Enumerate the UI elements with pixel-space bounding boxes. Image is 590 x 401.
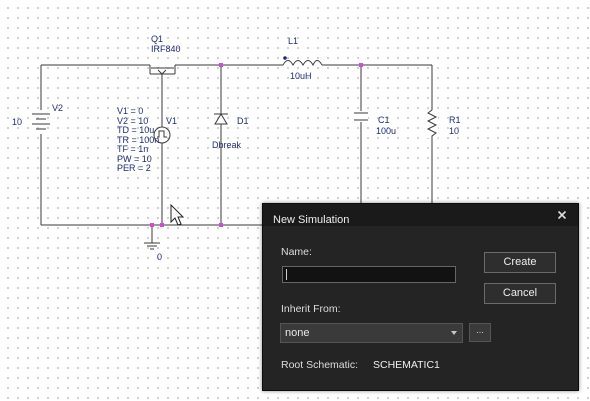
v1-param: PER = 2 <box>117 163 151 173</box>
browse-button[interactable]: ... <box>469 323 491 342</box>
v1-parameters: V1 = 0 V2 = 10 TD = 10u TR = 100n TF = 1… <box>117 106 159 174</box>
d1-diode-symbol[interactable] <box>214 113 228 125</box>
root-schematic-label: Root Schematic: <box>281 359 359 371</box>
c1-ref-label: C1 <box>378 115 390 125</box>
d1-value-label: Dbreak <box>212 140 242 150</box>
q1-ref-label: Q1 <box>151 34 164 44</box>
mouse-cursor-icon <box>170 203 185 226</box>
l1-inductor-symbol[interactable] <box>282 56 323 67</box>
r1-resistor-symbol[interactable] <box>426 109 438 138</box>
v2-battery-symbol[interactable] <box>32 113 50 130</box>
c1-value-label: 100u <box>376 126 397 136</box>
inherit-from-label: Inherit From: <box>281 303 341 315</box>
c1-capacitor-symbol[interactable] <box>354 111 368 122</box>
close-icon[interactable] <box>554 207 570 223</box>
name-input[interactable] <box>282 266 456 283</box>
v2-ref-label: V2 <box>52 103 64 113</box>
r1-ref-label: R1 <box>449 115 461 125</box>
cancel-button[interactable]: Cancel <box>484 283 556 304</box>
chevron-down-icon <box>451 331 457 335</box>
r1-value-label: 10 <box>449 126 460 136</box>
v2-value-label: 10 <box>12 117 23 127</box>
inherit-from-dropdown[interactable]: none <box>280 323 463 343</box>
q1-mosfet-symbol[interactable] <box>149 65 176 80</box>
create-button[interactable]: Create <box>484 252 556 273</box>
q1-value-label: IRF840 <box>151 44 181 54</box>
ground-net-label: 0 <box>157 252 163 262</box>
v1-ref-label: V1 <box>166 116 178 126</box>
dialog-title: New Simulation <box>273 214 350 226</box>
new-simulation-dialog: New Simulation Name: Create Cancel Inher… <box>262 203 579 391</box>
d1-ref-label: D1 <box>237 116 249 126</box>
dialog-titlebar[interactable]: New Simulation <box>263 204 578 226</box>
inherit-from-value: none <box>285 327 310 339</box>
text-caret <box>286 269 287 280</box>
ground-symbol[interactable] <box>144 242 160 250</box>
root-schematic-value: SCHEMATIC1 <box>373 359 440 371</box>
l1-ref-label: L1 <box>288 36 299 46</box>
name-label: Name: <box>281 246 312 258</box>
l1-value-label: 10uH <box>290 71 312 81</box>
